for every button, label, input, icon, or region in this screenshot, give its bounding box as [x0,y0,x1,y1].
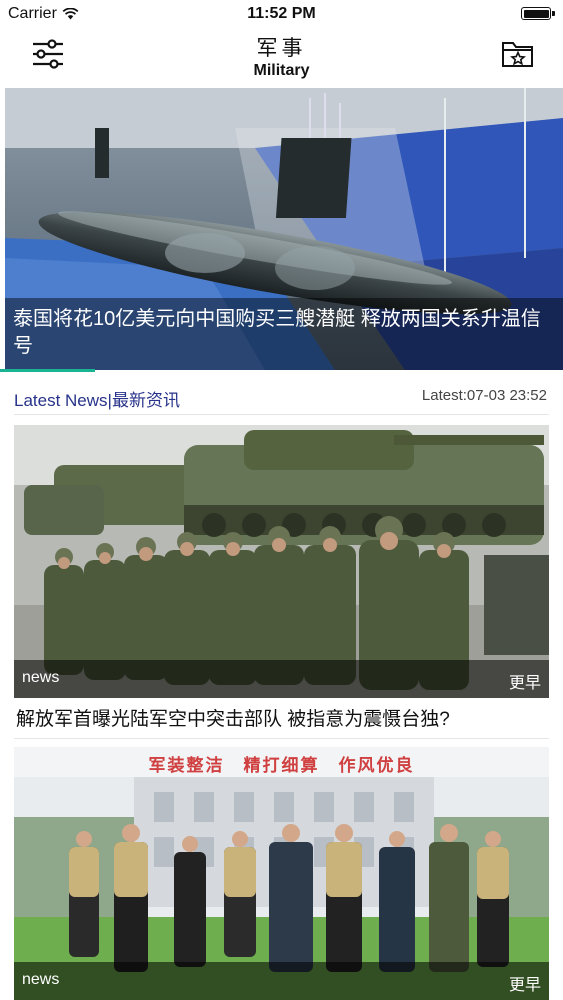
hero-carousel[interactable]: 泰国将花10亿美元向中国购买三艘潜艇 释放两国关系升温信号 [5,88,563,370]
news-image-frame: 军装整洁 精打细算 作风优良 news 更早 [14,747,549,1000]
news-soldiers-image [14,425,549,698]
divider [14,738,549,739]
news-overlay-bar: news 更早 [14,962,549,1000]
news-tag: news [22,669,60,686]
news-card[interactable]: 军装整洁 精打细算 作风优良 news 更早 [14,747,549,1000]
image-banner-text: 军装整洁 精打细算 作风优良 [148,756,415,775]
page-title: 军事 [256,37,307,60]
divider [14,414,549,415]
status-bar: Carrier 11:52 PM [0,0,563,28]
navigation-bar: 军事 Military [0,28,563,88]
page-subtitle: Military [253,62,310,79]
favorites-button[interactable] [500,38,536,70]
latest-timestamp: Latest:07-03 23:52 [421,387,547,404]
battery-icon [521,7,555,20]
folder-star-icon [502,42,533,67]
carousel-indicator [0,369,95,372]
hero-headline[interactable]: 泰国将花10亿美元向中国购买三艘潜艇 释放两国关系升温信号 [13,306,553,360]
latest-news-header: Latest News|最新资讯 Latest:07-03 23:52 [0,376,563,416]
news-image-frame: news 更早 [14,425,549,698]
news-card[interactable]: news 更早 解放军首曝光陆军空中突击部队 被指意为震慑台独? [14,425,549,735]
news-overlay-bar: news 更早 [14,660,549,698]
hero-caption-overlay: 泰国将花10亿美元向中国购买三艘潜艇 释放两国关系升温信号 [5,298,563,370]
latest-news-label: Latest News|最新资讯 [14,391,180,410]
clock: 11:52 PM [247,5,316,22]
news-headline[interactable]: 解放军首曝光陆军空中突击部队 被指意为震慑台独? [16,704,450,731]
more-link[interactable]: 更早 [509,971,541,995]
news-tag: news [22,971,60,988]
more-link[interactable]: 更早 [509,669,541,693]
